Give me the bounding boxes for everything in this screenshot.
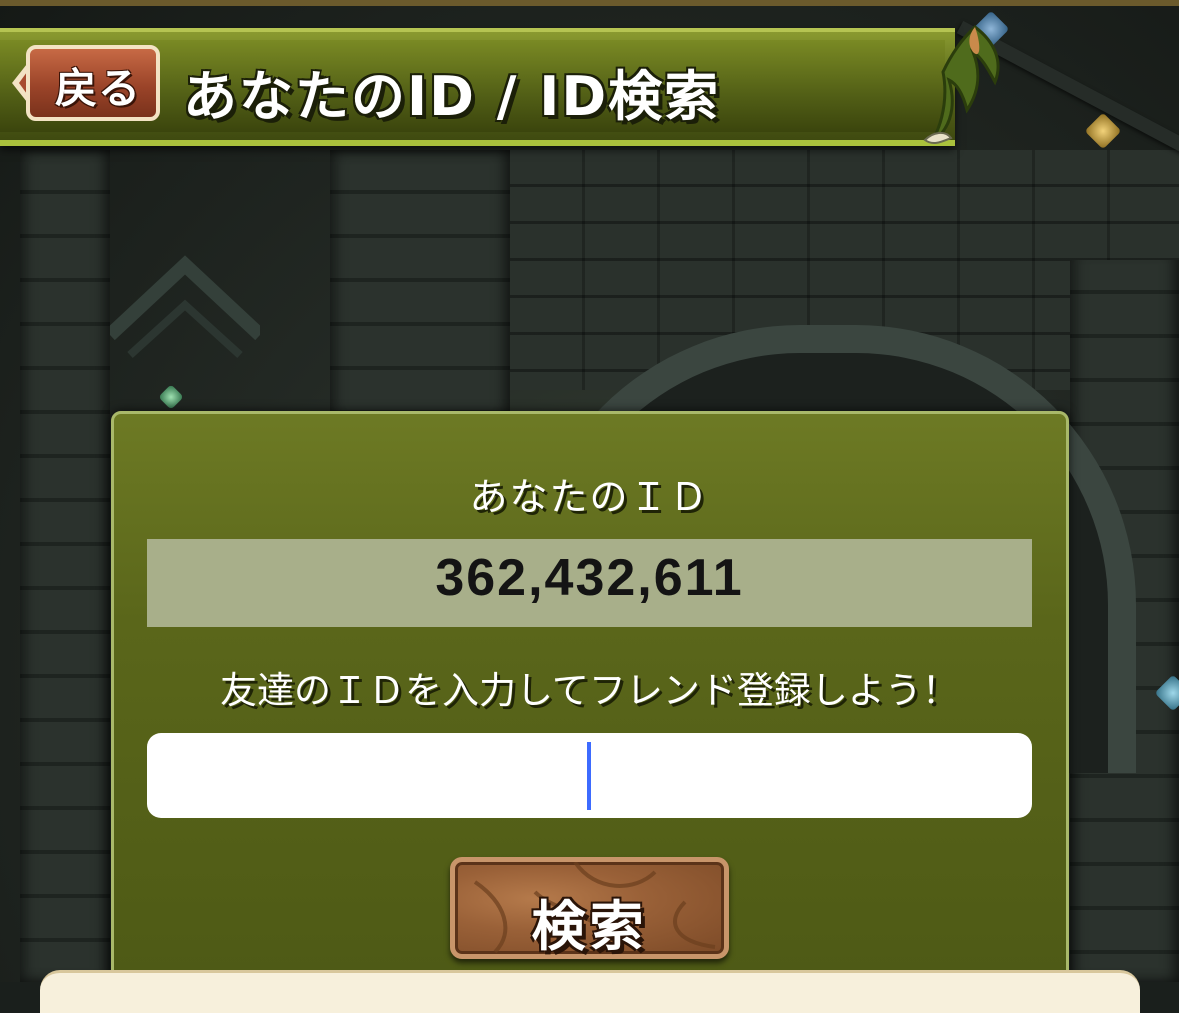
friend-id-prompt: 友達のＩＤを入力してフレンド登録しよう！ bbox=[220, 669, 959, 712]
search-button[interactable]: 検索 bbox=[450, 857, 729, 959]
text-caret bbox=[587, 742, 591, 810]
top-border bbox=[0, 0, 1179, 6]
pillar-mid bbox=[330, 150, 510, 420]
page-title: あなたのID / ID検索 bbox=[183, 65, 721, 128]
back-button[interactable]: 戻る bbox=[10, 45, 162, 121]
pillar-left bbox=[20, 150, 110, 982]
ledge bbox=[1035, 150, 1179, 260]
your-id-value: 362,432,611 bbox=[435, 549, 744, 607]
wall-ornament bbox=[110, 255, 260, 358]
back-button-label: 戻る bbox=[54, 64, 141, 113]
search-button-label: 検索 bbox=[531, 895, 648, 958]
your-id-label: あなたのＩＤ bbox=[469, 475, 710, 519]
dragon-wing-icon bbox=[923, 25, 1000, 145]
bottom-sheet-edge bbox=[40, 970, 1140, 1013]
